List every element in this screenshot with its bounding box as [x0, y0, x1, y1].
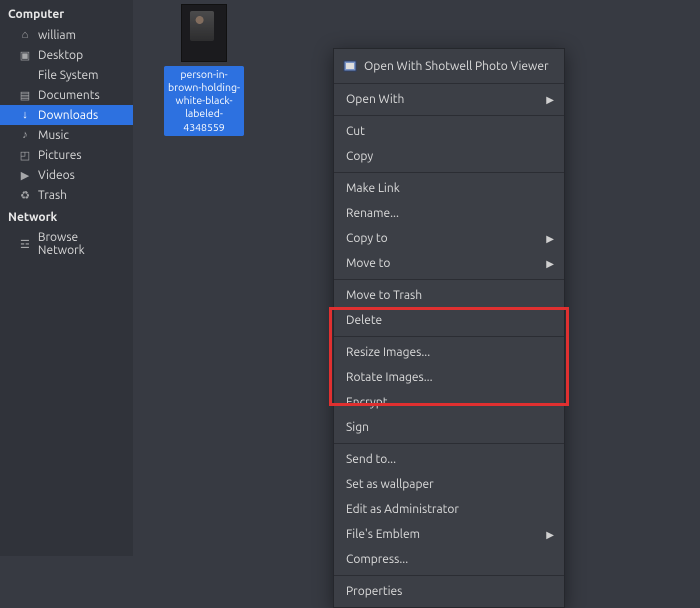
- menu-label: Move to: [346, 257, 390, 270]
- menu-rotate-images[interactable]: Rotate Images...: [334, 365, 564, 390]
- trash-icon: ♻: [18, 188, 32, 202]
- sidebar-item-documents[interactable]: ▤ Documents: [0, 85, 133, 105]
- sidebar-item-label: Desktop: [38, 49, 83, 62]
- sidebar-item-label: Browse Network: [38, 231, 127, 257]
- chevron-right-icon: ▶: [546, 94, 554, 106]
- menu-files-emblem[interactable]: File's Emblem ▶: [334, 522, 564, 547]
- menu-label: Properties: [346, 585, 402, 598]
- thumbnail-image: [181, 4, 227, 62]
- menu-label: Send to...: [346, 453, 396, 466]
- menu-make-link[interactable]: Make Link: [334, 176, 564, 201]
- file-thumbnail[interactable]: person-in-brown-holding-white-black-labe…: [168, 4, 240, 136]
- menu-copy-to[interactable]: Copy to ▶: [334, 226, 564, 251]
- menu-encrypt[interactable]: Encrypt...: [334, 390, 564, 415]
- menu-label: Make Link: [346, 182, 400, 195]
- menu-label: Delete: [346, 314, 382, 327]
- main-pane: person-in-brown-holding-white-black-labe…: [133, 0, 700, 556]
- menu-edit-as-admin[interactable]: Edit as Administrator: [334, 497, 564, 522]
- chevron-right-icon: ▶: [546, 258, 554, 270]
- menu-label: Sign: [346, 421, 369, 434]
- shotwell-icon: [342, 58, 358, 74]
- sidebar-item-home[interactable]: ⌂ william: [0, 25, 133, 45]
- menu-label: Compress...: [346, 553, 408, 566]
- music-icon: ♪: [18, 128, 32, 142]
- sidebar-item-music[interactable]: ♪ Music: [0, 125, 133, 145]
- sidebar-item-label: File System: [38, 69, 99, 82]
- menu-label: Copy: [346, 150, 373, 163]
- menu-label: Move to Trash: [346, 289, 422, 302]
- context-menu: Open With Shotwell Photo Viewer Open Wit…: [333, 48, 565, 608]
- sidebar-item-label: Downloads: [38, 109, 98, 122]
- menu-label: Resize Images...: [346, 346, 430, 359]
- menu-label: Rename...: [346, 207, 399, 220]
- sidebar-header-computer: Computer: [0, 6, 133, 25]
- sidebar-item-label: Trash: [38, 189, 67, 202]
- menu-move-to-trash[interactable]: Move to Trash: [334, 283, 564, 308]
- menu-separator: [334, 83, 564, 84]
- menu-send-to[interactable]: Send to...: [334, 447, 564, 472]
- menu-separator: [334, 443, 564, 444]
- menu-open-with-shotwell[interactable]: Open With Shotwell Photo Viewer: [334, 52, 564, 80]
- menu-separator: [334, 336, 564, 337]
- menu-separator: [334, 115, 564, 116]
- sidebar-item-desktop[interactable]: ▣ Desktop: [0, 45, 133, 65]
- sidebar-header-network: Network: [0, 209, 133, 228]
- sidebar-item-browse-network[interactable]: ☲ Browse Network: [0, 228, 133, 260]
- menu-separator: [334, 279, 564, 280]
- sidebar: Computer ⌂ william ▣ Desktop File System…: [0, 0, 133, 556]
- sidebar-item-label: Videos: [38, 169, 75, 182]
- sidebar-item-label: Pictures: [38, 149, 82, 162]
- menu-rename[interactable]: Rename...: [334, 201, 564, 226]
- menu-separator: [334, 172, 564, 173]
- chevron-right-icon: ▶: [546, 233, 554, 245]
- menu-properties[interactable]: Properties: [334, 579, 564, 604]
- thumbnail-label: person-in-brown-holding-white-black-labe…: [164, 66, 244, 136]
- menu-label: Edit as Administrator: [346, 503, 459, 516]
- menu-label: Open With: [346, 93, 404, 106]
- home-icon: ⌂: [18, 28, 32, 42]
- sidebar-item-label: Music: [38, 129, 69, 142]
- menu-label: Encrypt...: [346, 396, 397, 409]
- menu-label: Rotate Images...: [346, 371, 433, 384]
- menu-copy[interactable]: Copy: [334, 144, 564, 169]
- videos-icon: ▶: [18, 168, 32, 182]
- menu-label: Set as wallpaper: [346, 478, 434, 491]
- menu-resize-images[interactable]: Resize Images...: [334, 340, 564, 365]
- desktop-icon: ▣: [18, 48, 32, 62]
- sidebar-item-label: Documents: [38, 89, 100, 102]
- sidebar-item-downloads[interactable]: ↓ Downloads: [0, 105, 133, 125]
- pictures-icon: ◰: [18, 148, 32, 162]
- network-icon: ☲: [18, 237, 32, 251]
- menu-open-with[interactable]: Open With ▶: [334, 87, 564, 112]
- menu-sign[interactable]: Sign: [334, 415, 564, 440]
- downloads-icon: ↓: [18, 108, 32, 122]
- menu-label: File's Emblem: [346, 528, 420, 541]
- menu-separator: [334, 575, 564, 576]
- drive-icon: [18, 68, 32, 82]
- sidebar-item-label: william: [38, 29, 76, 42]
- menu-label: Open With Shotwell Photo Viewer: [364, 60, 549, 73]
- chevron-right-icon: ▶: [546, 529, 554, 541]
- menu-delete[interactable]: Delete: [334, 308, 564, 333]
- menu-label: Cut: [346, 125, 365, 138]
- documents-icon: ▤: [18, 88, 32, 102]
- sidebar-item-trash[interactable]: ♻ Trash: [0, 185, 133, 205]
- menu-cut[interactable]: Cut: [334, 119, 564, 144]
- sidebar-item-videos[interactable]: ▶ Videos: [0, 165, 133, 185]
- menu-set-as-wallpaper[interactable]: Set as wallpaper: [334, 472, 564, 497]
- menu-label: Copy to: [346, 232, 388, 245]
- menu-move-to[interactable]: Move to ▶: [334, 251, 564, 276]
- menu-compress[interactable]: Compress...: [334, 547, 564, 572]
- sidebar-item-filesystem[interactable]: File System: [0, 65, 133, 85]
- sidebar-item-pictures[interactable]: ◰ Pictures: [0, 145, 133, 165]
